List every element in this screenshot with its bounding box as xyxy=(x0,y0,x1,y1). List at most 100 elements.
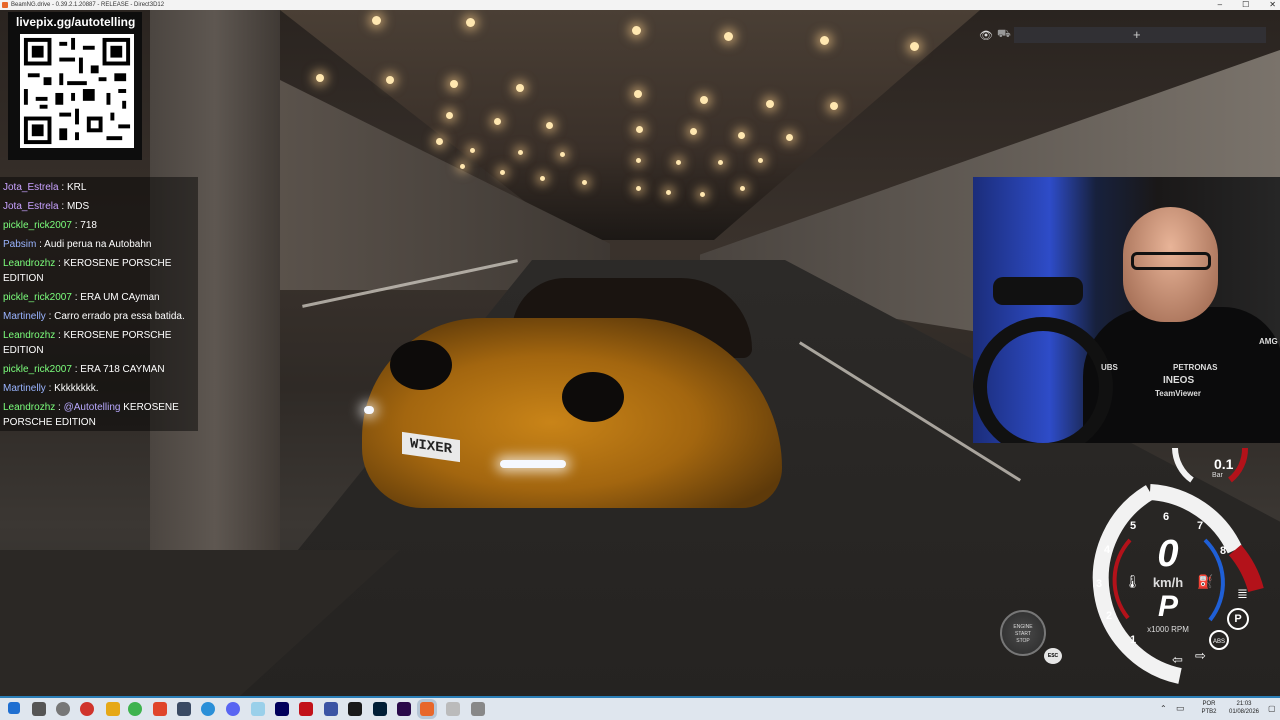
chat-username[interactable]: Martinelly xyxy=(3,311,46,322)
minimize-button[interactable]: – xyxy=(1218,0,1222,10)
chat-username[interactable]: Leandrozhz xyxy=(3,330,55,341)
ceiling-light xyxy=(636,158,641,163)
chat-message: pickle_rick2007 : ERA 718 CAYMAN xyxy=(3,362,198,377)
photoshop-icon[interactable] xyxy=(373,702,387,716)
add-app-icon[interactable]: + xyxy=(1133,27,1141,43)
language-layout: PTB2 xyxy=(1201,709,1217,715)
chat-separator: : xyxy=(55,258,64,269)
chat-message: Pabsim : Audi perua na Autobahn xyxy=(3,237,198,252)
chat-message: Leandrozhz : @Autotelling KEROSENE PORSC… xyxy=(3,400,198,430)
chat-username[interactable]: Leandrozhz xyxy=(3,258,55,269)
vpn-icon[interactable] xyxy=(324,702,338,716)
steering-wheel xyxy=(973,317,1113,443)
donation-qr-panel: livepix.gg/autotelling xyxy=(8,12,142,160)
beamng-app-icon xyxy=(2,2,8,8)
ceiling-light xyxy=(636,186,641,191)
shirt-brand: TeamViewer xyxy=(1155,389,1201,398)
chat-separator: : xyxy=(58,182,67,193)
chat-message: Jota_Estrela : MDS xyxy=(3,199,198,214)
files-icon[interactable] xyxy=(471,702,485,716)
chat-text: ERA UM CAyman xyxy=(80,292,160,303)
clock[interactable]: 21:03 01/08/2026 xyxy=(1222,700,1266,716)
ceiling-light xyxy=(494,118,501,125)
esc-button[interactable]: ESC xyxy=(1044,648,1062,664)
chat-overlay: Jota_Estrela : KRL Jota_Estrela : MDS pick… xyxy=(0,177,198,431)
chat-text: 718 xyxy=(80,220,97,231)
beamng-taskbar-icon[interactable] xyxy=(420,702,434,716)
chat-username[interactable]: pickle_rick2007 xyxy=(3,364,72,375)
chat-text: Carro errado pra essa batida. xyxy=(54,311,185,322)
engine-start-stop-button[interactable]: ENGINE START STOP xyxy=(1000,610,1046,656)
ceiling-light xyxy=(540,176,545,181)
ceiling-light xyxy=(386,76,394,84)
ceiling-light xyxy=(518,150,523,155)
chat-username[interactable]: pickle_rick2007 xyxy=(3,292,72,303)
chat-text: Kkkkkkkk. xyxy=(54,383,99,394)
chat-mention[interactable]: @Autotelling xyxy=(64,402,121,413)
ceiling-light xyxy=(786,134,793,141)
ceiling-light xyxy=(500,170,505,175)
discord-icon[interactable] xyxy=(226,702,240,716)
chat-username[interactable]: Martinelly xyxy=(3,383,46,394)
window-title: BeamNG.drive - 0.39.2.1.20887 - RELEASE … xyxy=(11,2,165,8)
chat-username[interactable]: pickle_rick2007 xyxy=(3,220,72,231)
shirt-brand: AMG xyxy=(1259,337,1278,346)
redline-arc xyxy=(1228,544,1264,593)
donation-link: livepix.gg/autotelling xyxy=(16,15,136,29)
tray-chevron-icon[interactable]: ⌃ xyxy=(1160,704,1167,713)
obs-icon[interactable] xyxy=(80,702,94,716)
notes-icon[interactable] xyxy=(251,702,265,716)
audition-icon[interactable] xyxy=(275,702,289,716)
chat-username[interactable]: Leandrozhz xyxy=(3,402,55,413)
notifications-icon[interactable]: ▢ xyxy=(1268,704,1276,713)
rpm-tick: 5 xyxy=(1130,520,1137,532)
eye-icon[interactable]: 👁 xyxy=(979,29,993,42)
fuel-icon: ⛽ xyxy=(1197,574,1214,589)
start-icon[interactable] xyxy=(8,702,20,714)
chat-message: pickle_rick2007 : ERA UM CAyman xyxy=(3,290,198,305)
chat-username[interactable]: Pabsim xyxy=(3,239,36,250)
settings-icon[interactable] xyxy=(56,702,70,716)
chrome-icon[interactable] xyxy=(128,702,142,716)
network-icon[interactable]: ▭ xyxy=(1176,703,1185,714)
parking-brake-icon: P xyxy=(1227,608,1249,630)
edge-icon[interactable] xyxy=(201,702,215,716)
car-icon[interactable]: ⛟ xyxy=(997,28,1011,42)
close-button[interactable]: ✕ xyxy=(1269,0,1276,10)
right-headlamp xyxy=(562,372,624,422)
window-title-bar: BeamNG.drive - 0.39.2.1.20887 - RELEASE … xyxy=(0,0,1280,10)
glasses xyxy=(1131,252,1211,270)
chat-username[interactable]: Jota_Estrela xyxy=(3,182,59,193)
chat-username[interactable]: Jota_Estrela xyxy=(3,201,59,212)
brave-icon[interactable] xyxy=(153,702,167,716)
chat-separator: : xyxy=(45,311,55,322)
maximize-button[interactable]: ☐ xyxy=(1242,0,1249,10)
rpm-tick: 1 xyxy=(1130,634,1137,646)
chat-text: KRL xyxy=(66,182,87,193)
rpm-tick: 2 xyxy=(1106,610,1113,622)
language-indicator[interactable]: POR PTB2 xyxy=(1198,700,1220,716)
ceiling-light xyxy=(910,42,919,51)
ceiling-light xyxy=(316,74,324,82)
rpm-tick: 6 xyxy=(1163,511,1170,523)
ceiling-light xyxy=(700,192,705,197)
chat-separator: : xyxy=(55,330,64,341)
right-signal-icon: ⇨ xyxy=(1195,648,1206,663)
premiere-icon[interactable] xyxy=(397,702,411,716)
shield-icon[interactable] xyxy=(446,702,460,716)
ceiling-light xyxy=(446,112,453,119)
abs-icon: ABS xyxy=(1209,630,1229,650)
ceiling-light xyxy=(820,36,829,45)
ads-icon[interactable] xyxy=(299,702,313,716)
terminal-icon[interactable] xyxy=(348,702,362,716)
temperature-icon: 🌡 xyxy=(1124,574,1141,589)
rpm-tick: 3 xyxy=(1096,578,1103,590)
right-drl xyxy=(500,460,566,468)
boost-arc-red xyxy=(1228,447,1249,483)
folder-icon[interactable] xyxy=(106,702,120,716)
app-icon[interactable] xyxy=(177,702,191,716)
ceiling-light xyxy=(470,148,475,153)
chat-text: ERA 718 CAYMAN xyxy=(80,364,165,375)
speed-readout: 0 xyxy=(1157,533,1179,575)
task-view-icon[interactable] xyxy=(32,702,46,716)
